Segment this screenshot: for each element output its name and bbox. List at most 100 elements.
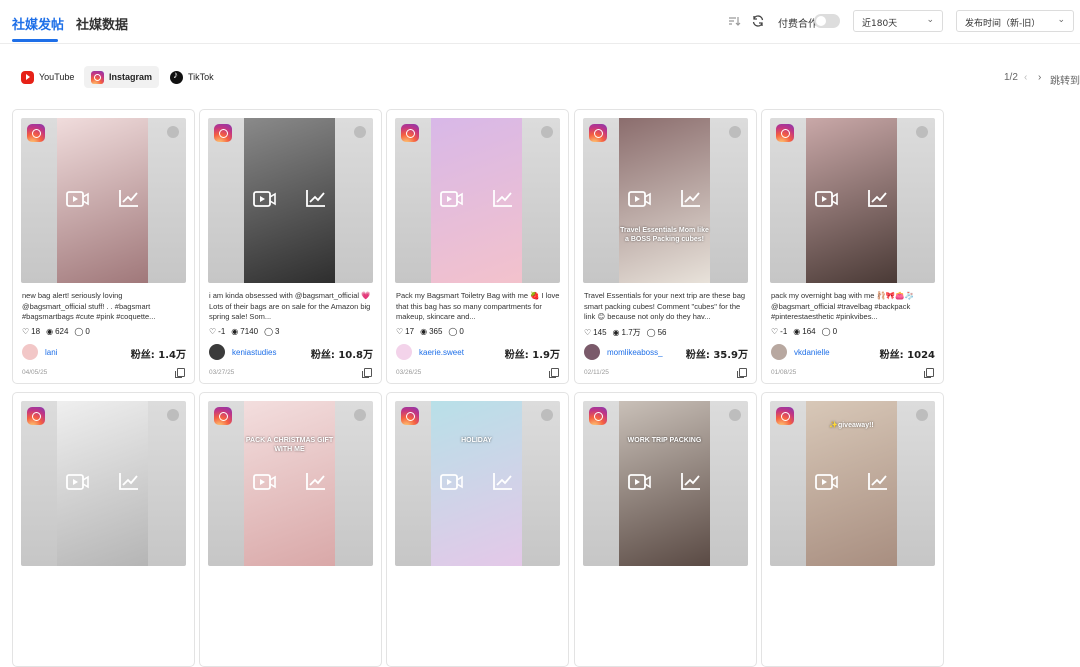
avatar[interactable] — [771, 344, 787, 360]
avatar[interactable] — [396, 344, 412, 360]
trend-chart-icon[interactable] — [492, 188, 514, 208]
post-thumbnail[interactable] — [208, 118, 373, 283]
video-play-icon[interactable] — [628, 190, 652, 208]
select-checkbox[interactable] — [167, 409, 179, 421]
sort-filter-icon[interactable] — [727, 14, 741, 28]
trend-chart-icon[interactable] — [305, 188, 327, 208]
post-card[interactable]: Pack my Bagsmart Toiletry Bag with me 🍓 … — [386, 109, 569, 384]
platform-youtube[interactable]: YouTube — [14, 66, 81, 88]
sort-order-select[interactable]: 发布时间（新-旧） ⌄ — [956, 10, 1074, 32]
creator-username[interactable]: momlikeaboss_ — [607, 348, 663, 357]
video-play-icon[interactable] — [628, 473, 652, 491]
comment-icon: ◯ — [264, 327, 274, 336]
trend-chart-icon[interactable] — [867, 188, 889, 208]
select-checkbox[interactable] — [729, 126, 741, 138]
post-thumbnail[interactable] — [395, 118, 560, 283]
post-thumbnail[interactable]: Travel Essentials Mom like a BOSS Packin… — [583, 118, 748, 283]
video-play-icon[interactable] — [815, 190, 839, 208]
avatar[interactable] — [584, 344, 600, 360]
creator-username[interactable]: keniastudies — [232, 348, 276, 357]
post-thumbnail[interactable] — [21, 401, 186, 566]
copy-icon[interactable] — [549, 368, 559, 378]
post-card[interactable]: Travel Essentials Mom like a BOSS Packin… — [574, 109, 757, 384]
likes-stat: ♡ -1 — [771, 327, 787, 336]
post-thumbnail[interactable] — [21, 118, 186, 283]
post-card[interactable] — [12, 392, 195, 667]
instagram-icon — [27, 407, 45, 425]
tab-social-data[interactable]: 社媒数据 — [76, 14, 128, 33]
instagram-icon — [91, 70, 104, 84]
trend-chart-icon[interactable] — [492, 471, 514, 491]
trend-chart-icon[interactable] — [867, 471, 889, 491]
fans-value: 1.9万 — [532, 350, 560, 361]
trend-chart-icon[interactable] — [118, 188, 140, 208]
comments-stat: ◯ 56 — [647, 328, 667, 337]
creator-username[interactable]: kaerie.sweet — [419, 348, 464, 357]
platform-label: Instagram — [109, 72, 153, 82]
thumbnail-overlay-text: PACK A CHRISTMAS GIFT WITH ME — [245, 437, 334, 453]
post-thumbnail[interactable]: PACK A CHRISTMAS GIFT WITH ME — [208, 401, 373, 566]
trend-chart-icon[interactable] — [118, 471, 140, 491]
thumbnail-overlay-text: ✨giveaway!! — [829, 422, 874, 429]
paid-collab-toggle[interactable] — [814, 14, 840, 28]
post-thumbnail[interactable]: HOLIDAY — [395, 401, 560, 566]
post-stats: ♡ -1 ◉ 7140 ◯ 3 — [209, 327, 279, 336]
video-play-icon[interactable] — [253, 190, 277, 208]
next-page-icon[interactable]: › — [1038, 72, 1041, 83]
thumbnail-overlay-text: WORK TRIP PACKING — [627, 437, 702, 444]
instagram-icon — [27, 124, 45, 142]
jump-to-label[interactable]: 跳转到 — [1050, 72, 1080, 87]
select-checkbox[interactable] — [167, 126, 179, 138]
platform-tiktok[interactable]: TikTok — [163, 66, 221, 88]
video-play-icon[interactable] — [66, 190, 90, 208]
post-card[interactable]: pack my overnight bag with me 🩰🎀👛🧦 @bags… — [761, 109, 944, 384]
post-card[interactable]: WORK TRIP PACKING — [574, 392, 757, 667]
tiktok-icon — [170, 70, 183, 84]
avatar[interactable] — [209, 344, 225, 360]
trend-chart-icon[interactable] — [305, 471, 327, 491]
creator-username[interactable]: vkdanielle — [794, 348, 830, 357]
tab-social-posts[interactable]: 社媒发帖 — [12, 14, 64, 33]
post-card[interactable]: new bag alert! seriously loving @bagsmar… — [12, 109, 195, 384]
trend-chart-icon[interactable] — [680, 188, 702, 208]
select-checkbox[interactable] — [541, 126, 553, 138]
instagram-icon — [401, 124, 419, 142]
copy-icon[interactable] — [924, 368, 934, 378]
copy-icon[interactable] — [175, 368, 185, 378]
select-checkbox[interactable] — [541, 409, 553, 421]
post-card[interactable]: HOLIDAY — [386, 392, 569, 667]
post-thumbnail[interactable]: ✨giveaway!! — [770, 401, 935, 566]
copy-icon[interactable] — [737, 368, 747, 378]
fans-value: 10.8万 — [338, 350, 373, 361]
post-card[interactable]: PACK A CHRISTMAS GIFT WITH ME — [199, 392, 382, 667]
select-checkbox[interactable] — [729, 409, 741, 421]
copy-icon[interactable] — [362, 368, 372, 378]
post-card[interactable]: ✨giveaway!! — [761, 392, 944, 667]
select-checkbox[interactable] — [354, 126, 366, 138]
follower-count: 粉丝: 10.8万 — [311, 346, 373, 361]
eye-icon: ◉ — [612, 328, 620, 337]
refresh-icon[interactable] — [751, 14, 765, 28]
video-play-icon[interactable] — [440, 473, 464, 491]
platform-instagram[interactable]: Instagram — [84, 66, 160, 88]
prev-page-icon[interactable]: ‹ — [1024, 72, 1027, 83]
post-thumbnail[interactable]: WORK TRIP PACKING — [583, 401, 748, 566]
comments-stat: ◯ 0 — [74, 327, 89, 336]
post-card[interactable]: i am kinda obsessed with @bagsmart_offic… — [199, 109, 382, 384]
select-checkbox[interactable] — [916, 409, 928, 421]
video-play-icon[interactable] — [66, 473, 90, 491]
post-thumbnail[interactable] — [770, 118, 935, 283]
video-play-icon[interactable] — [440, 190, 464, 208]
post-stats: ♡ -1 ◉ 164 ◯ 0 — [771, 327, 837, 336]
select-checkbox[interactable] — [354, 409, 366, 421]
creator-username[interactable]: lani — [45, 348, 57, 357]
views-stat: ◉ 7140 — [231, 327, 258, 336]
trend-chart-icon[interactable] — [680, 471, 702, 491]
date-range-select[interactable]: 近180天 ⌄ — [853, 10, 943, 32]
thumbnail-overlay-text: HOLIDAY — [461, 437, 492, 444]
video-play-icon[interactable] — [253, 473, 277, 491]
select-checkbox[interactable] — [916, 126, 928, 138]
youtube-icon — [21, 70, 34, 84]
video-play-icon[interactable] — [815, 473, 839, 491]
avatar[interactable] — [22, 344, 38, 360]
